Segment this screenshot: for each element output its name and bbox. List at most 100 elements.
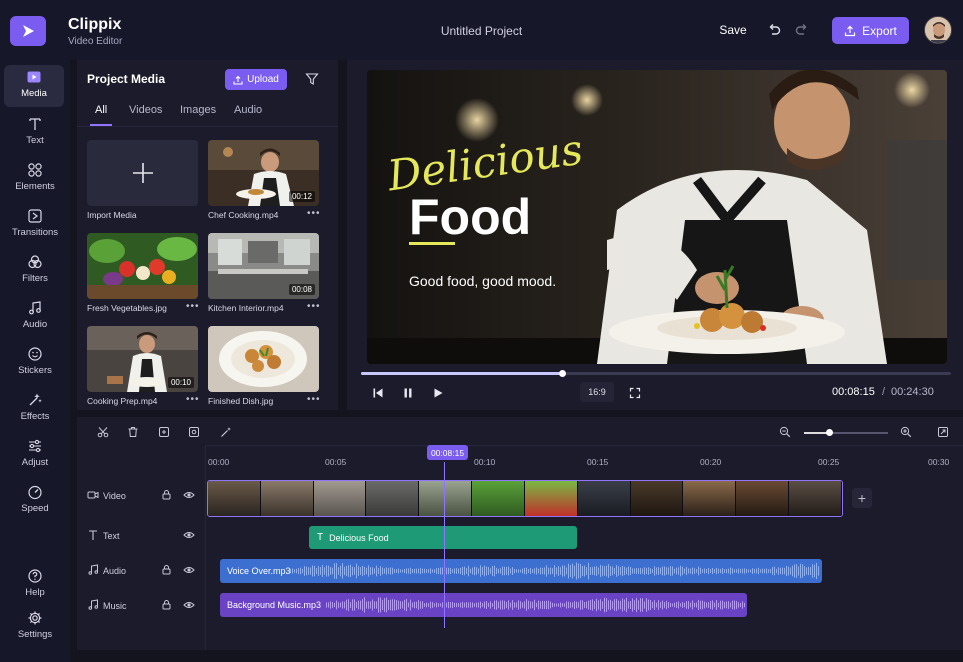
nav-item-settings[interactable]: Settings [0,606,70,648]
app-logo[interactable] [10,16,46,46]
waveform-bar [312,565,313,577]
waveform-bar [534,599,535,611]
nav-item-transitions[interactable]: Transitions [0,204,70,246]
waveform-bar [428,603,429,607]
waveform-bar [434,569,435,573]
fullscreen-icon[interactable] [629,387,641,399]
more-options-icon[interactable]: ••• [307,394,321,405]
overlay-title-text[interactable]: Food [409,188,531,246]
more-options-icon[interactable]: ••• [186,394,200,405]
waveform-bar [732,600,733,610]
waveform-bar [344,601,345,609]
zoom-slider[interactable] [804,429,888,436]
filter-icon[interactable] [305,72,319,86]
nav-item-text[interactable]: Text [0,112,70,154]
text-clip[interactable]: T Delicious Food [309,526,577,549]
lock-icon[interactable] [161,564,172,575]
overlay-tagline-text[interactable]: Good food, good mood. [409,273,556,289]
media-thumbnail[interactable] [87,233,198,299]
tab-images[interactable]: Images [180,104,216,116]
eye-icon[interactable] [183,529,195,541]
nav-item-stickers[interactable]: Stickers [0,342,70,384]
playhead-line[interactable] [444,462,445,628]
fit-timeline-icon[interactable] [937,426,949,438]
eye-icon[interactable] [183,489,195,501]
nav-item-elements[interactable]: Elements [0,158,70,200]
waveform-bar [588,562,589,580]
nav-item-media[interactable]: Media [4,65,64,107]
crop-frame-icon[interactable] [188,426,200,438]
waveform-bar [416,601,417,609]
scrubber-handle[interactable] [558,370,566,377]
avatar[interactable] [924,16,952,44]
media-thumbnail[interactable]: 00:10 [87,326,198,392]
waveform-bar [356,601,357,609]
eye-icon[interactable] [183,599,195,611]
more-options-icon[interactable]: ••• [307,208,321,219]
eye-icon[interactable] [183,564,195,576]
waveform-bar [688,600,689,610]
nav-item-filters[interactable]: Filters [0,250,70,292]
export-button[interactable]: Export [832,17,909,44]
waveform-bar [594,566,595,576]
nav-item-audio[interactable]: Audio [0,296,70,338]
add-clip-button[interactable]: + [852,488,872,508]
zoom-out-icon[interactable] [779,426,791,438]
media-thumbnail[interactable]: 00:12 [208,140,319,206]
waveform-bar [384,568,385,574]
media-thumbnail[interactable]: 00:08 [208,233,319,299]
waveform-bar [400,569,401,573]
play-icon[interactable] [432,387,444,399]
waveform-bar [622,598,623,612]
scissors-icon[interactable] [97,426,109,438]
voice-over-clip[interactable]: Voice Over.mp3 [220,559,822,583]
tab-videos[interactable]: Videos [129,104,162,116]
nav-item-help[interactable]: Help [0,564,70,606]
nav-item-effects[interactable]: Effects [0,388,70,430]
more-options-icon[interactable]: ••• [186,301,200,312]
duplicate-icon[interactable] [158,426,170,438]
zoom-handle[interactable] [826,429,834,436]
nav-item-speed[interactable]: Speed [0,480,70,522]
more-options-icon[interactable]: ••• [307,301,321,312]
clip-frame [524,481,578,516]
waveform-bar [616,565,617,577]
magic-wand-icon[interactable] [220,426,232,438]
import-media-button[interactable] [87,140,198,206]
skip-back-icon[interactable] [372,387,384,399]
app-name: Clippix [68,16,122,33]
project-title[interactable]: Untitled Project [441,24,522,38]
undo-icon[interactable] [766,22,782,38]
save-button[interactable]: Save [713,20,753,40]
aspect-ratio-selector[interactable]: 16:9 [580,382,614,402]
video-clip[interactable] [207,480,843,517]
duration-badge: 00:10 [167,377,194,388]
nav-item-adjust[interactable]: Adjust [0,434,70,476]
pause-icon[interactable] [402,387,414,399]
zoom-in-icon[interactable] [900,426,912,438]
waveform-bar [316,567,317,575]
help-icon [28,569,42,583]
playback-progress [361,372,562,375]
track-header-divider [205,445,206,650]
upload-button[interactable]: Upload [225,69,287,90]
background-music-clip[interactable]: Background Music.mp3 [220,593,747,617]
waveform-bar [366,567,367,575]
video-preview[interactable]: Delicious Food Good food, good mood. [367,70,947,364]
waveform-bar [306,566,307,576]
waveform-bar [698,566,699,576]
waveform-bar [516,602,517,608]
playhead-time[interactable]: 00:08:15 [427,445,468,460]
redo-icon[interactable] [794,22,810,38]
media-thumbnail[interactable] [208,326,319,392]
lock-icon[interactable] [161,599,172,610]
tab-all[interactable]: All [95,104,107,116]
clip-frame [630,481,684,516]
playback-scrubber[interactable] [361,370,951,377]
waveform-bar [736,569,737,573]
waveform-bar [394,569,395,573]
waveform-bar [344,566,345,576]
lock-icon[interactable] [161,489,172,500]
trash-icon[interactable] [127,426,139,438]
tab-audio[interactable]: Audio [234,104,262,116]
